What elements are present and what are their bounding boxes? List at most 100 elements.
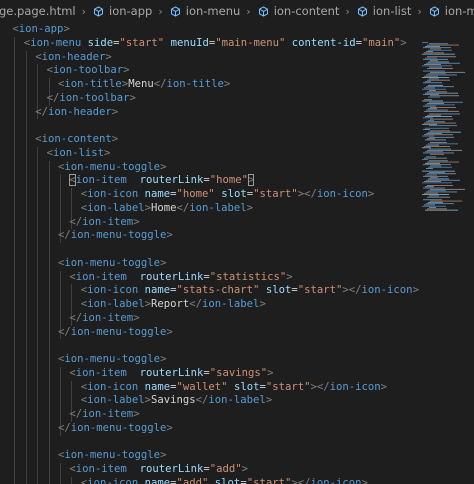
code-token: "home": [209, 174, 249, 187]
code-token: ion-icon: [310, 476, 362, 484]
code-line[interactable]: <ion-menu-toggle>: [58, 449, 166, 463]
minimap-line: [427, 91, 447, 93]
element-icon: [170, 5, 181, 17]
code-token: </: [46, 91, 60, 104]
code-line[interactable]: <ion-content>: [35, 133, 118, 147]
code-line[interactable]: <ion-icon name="stats-chart" slot="start…: [81, 284, 419, 298]
minimap-line: [427, 208, 447, 210]
breadcrumb-chevron-icon: ›: [417, 4, 422, 18]
minimap-line: [428, 108, 437, 110]
code-token: ion-icon: [329, 380, 381, 393]
minimap-line: [426, 133, 442, 134]
code-line[interactable]: <ion-label>Report</ion-label>: [81, 298, 266, 312]
code-token: >: [160, 353, 167, 365]
minimap-line: [423, 47, 451, 49]
code-token: ion-menu-toggle: [64, 160, 161, 173]
minimap-line: [425, 104, 455, 106]
code-line[interactable]: <ion-title>Menu</ion-title>: [58, 78, 230, 92]
minimap-line: [424, 134, 453, 136]
code-line[interactable]: <ion-icon name="home" slot="start"></ion…: [81, 188, 375, 202]
code-token: slot: [233, 380, 260, 393]
code-line[interactable]: <ion-item routerLink="statistics">: [69, 271, 292, 285]
code-token: "savings": [209, 366, 268, 379]
code-token: ion-item: [75, 463, 127, 475]
minimap-line: [427, 103, 444, 104]
minimap-line: [422, 53, 455, 55]
code-token: ion-menu-toggle: [70, 421, 167, 434]
minimap-line: [423, 129, 430, 130]
code-line[interactable]: <ion-icon name="wallet" slot="start"></i…: [81, 381, 387, 395]
minimap-line: [427, 149, 462, 151]
minimap-line: [430, 200, 462, 202]
minimap-line: [422, 88, 446, 90]
code-line[interactable]: <ion-header>: [35, 51, 112, 65]
code-line[interactable]: </ion-item>: [69, 216, 139, 230]
minimap-line: [430, 177, 438, 179]
code-token: >: [111, 133, 119, 145]
code-line[interactable]: <ion-item routerLink="home">: [69, 174, 255, 188]
code-token: ion-menu-toggle: [70, 229, 167, 242]
code-line[interactable]: <ion-item routerLink="savings">: [69, 367, 273, 381]
minimap-line: [423, 105, 436, 107]
code-line[interactable]: <ion-toolbar>: [47, 64, 130, 78]
breadcrumb-label: ge.page.html: [0, 4, 76, 18]
code-line[interactable]: <ion-menu-toggle>: [58, 161, 166, 175]
code-line[interactable]: <ion-menu-toggle>: [58, 257, 166, 271]
code-token: >: [223, 78, 231, 90]
breadcrumb-item-ion-list[interactable]: ion-list: [355, 0, 414, 22]
minimap-line: [429, 207, 436, 208]
code-line[interactable]: </ion-toolbar>: [47, 92, 136, 106]
code-line[interactable]: <ion-label>Home</ion-label>: [81, 202, 253, 216]
code-line[interactable]: </ion-menu-toggle>: [58, 422, 173, 436]
code-token: "start": [297, 284, 343, 297]
minimap-line: [423, 187, 445, 189]
minimap[interactable]: [420, 22, 474, 484]
minimap-line: [424, 181, 441, 182]
code-line[interactable]: <ion-item routerLink="add">: [69, 463, 248, 477]
breadcrumb-item-ion-menu[interactable]: ion-menu: [168, 0, 243, 22]
code-line[interactable]: </ion-item>: [69, 312, 139, 326]
code-token: slot: [221, 188, 247, 200]
breadcrumb-label: ion-menu: [185, 4, 241, 18]
minimap-line: [430, 48, 441, 50]
code-token: >: [160, 449, 167, 462]
minimap-line: [428, 49, 452, 51]
code-token: ion-icon: [87, 188, 139, 200]
code-line[interactable]: </ion-menu-toggle>: [58, 229, 173, 243]
breadcrumb-label: ion-app: [109, 4, 153, 18]
minimap-line: [428, 166, 452, 168]
minimap-line: [426, 168, 433, 169]
minimap-line: [422, 170, 455, 172]
minimap-line: [425, 151, 443, 153]
code-line[interactable]: <ion-menu-toggle>: [58, 353, 166, 367]
minimap-line: [422, 135, 434, 137]
code-line[interactable]: </ion-item>: [69, 408, 139, 422]
code-token: ion-content: [41, 133, 112, 145]
code-token: >: [166, 325, 173, 338]
breadcrumb-item-ion-app[interactable]: ion-app: [91, 0, 154, 22]
code-line[interactable]: <ion-label>Savings</ion-label>: [81, 394, 272, 408]
code-token: "stats-chart": [176, 284, 260, 297]
code-token: ion-item: [75, 270, 127, 283]
breadcrumb-item-ion-content[interactable]: ion-content: [256, 0, 342, 22]
code-line[interactable]: <ion-app>: [12, 23, 69, 37]
code-token: "wallet": [176, 380, 228, 393]
code-token: Home: [150, 201, 177, 214]
minimap-line: [424, 64, 441, 65]
minimap-line: [428, 201, 443, 203]
minimap-line: [430, 165, 441, 167]
code-line[interactable]: <ion-list>: [47, 147, 111, 161]
code-token: </: [69, 408, 83, 420]
code-line[interactable]: </ion-header>: [35, 106, 118, 120]
minimap-line: [425, 174, 437, 176]
code-token: ></: [291, 476, 311, 484]
code-editor[interactable]: <ion-app> <ion-menu side="start" menuId="…: [0, 22, 420, 484]
code-line[interactable]: <ion-icon name="add" slot="start"></ion-…: [81, 477, 368, 484]
minimap-line: [429, 101, 463, 103]
breadcrumb-item-ion-menu-toggle[interactable]: ion-menu-toggle: [427, 0, 474, 22]
code-line[interactable]: <ion-menu side="start" menuId="main-menu…: [24, 37, 407, 51]
breadcrumb-item-ge-page-html[interactable]: ge.page.html: [0, 0, 78, 22]
code-line[interactable]: </ion-menu-toggle>: [58, 326, 173, 340]
code-token: ion-app: [18, 23, 64, 35]
code-token: name: [144, 380, 171, 393]
